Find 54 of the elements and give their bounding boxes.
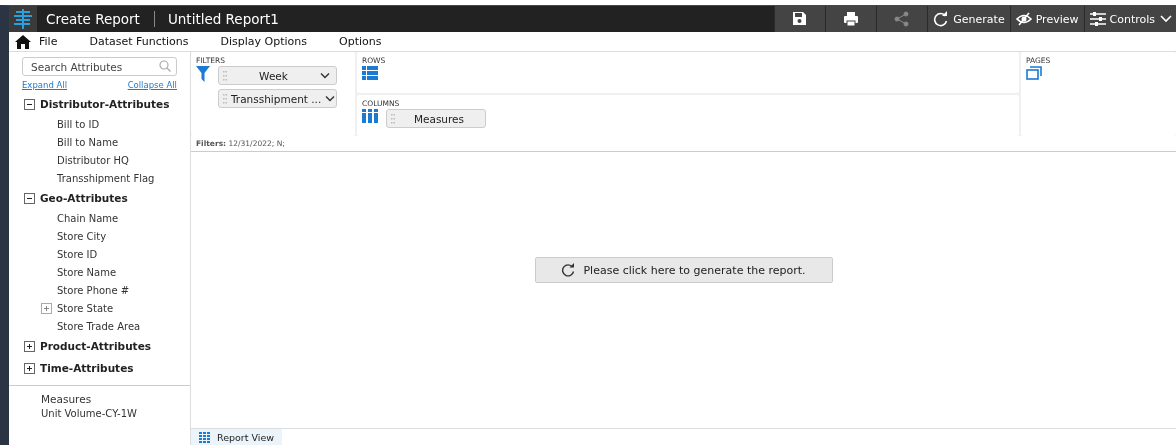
tree-item[interactable]: Store State <box>57 302 114 314</box>
measure-item[interactable]: Unit Volume-CY-1W <box>9 408 190 419</box>
print-button[interactable] <box>825 6 877 32</box>
refresh-icon <box>933 11 950 27</box>
chevron-down-icon <box>325 94 336 103</box>
tree-group-label[interactable]: Time-Attributes <box>40 362 134 374</box>
chevron-down-icon <box>1160 6 1176 32</box>
tree-item[interactable]: Store City <box>57 230 107 242</box>
tree-group-label[interactable]: Distributor-Attributes <box>40 98 170 110</box>
menu-item[interactable]: Dataset Functions <box>89 35 189 48</box>
menu-item[interactable]: Options <box>339 35 382 48</box>
eye-slash-icon <box>1015 11 1032 27</box>
chevron-down-icon <box>320 71 330 80</box>
columns-icon <box>362 109 378 123</box>
pages-icon <box>1026 66 1042 80</box>
report-title: Untitled Report1 <box>167 11 279 27</box>
app-logo-icon <box>9 6 37 32</box>
tree-item[interactable]: Store Name <box>57 266 117 278</box>
app-title: Create Report <box>46 11 140 27</box>
filter-icon <box>196 66 210 82</box>
menu-item[interactable]: Display Options <box>220 35 307 48</box>
share-icon <box>894 11 911 27</box>
collapse-all-link[interactable]: Collapse All <box>127 80 177 90</box>
tree-group-label[interactable]: Product-Attributes <box>40 340 151 352</box>
tree-item[interactable]: Store ID <box>57 248 98 260</box>
tree-item[interactable]: Chain Name <box>57 212 119 224</box>
sliders-icon <box>1089 11 1106 27</box>
tree-item[interactable]: Transshipment Flag <box>57 172 155 184</box>
measures-heading: Measures <box>40 393 93 405</box>
expand-all-link[interactable]: Expand All <box>22 80 68 90</box>
tree-item[interactable]: Bill to ID <box>57 118 100 130</box>
save-icon <box>792 11 809 27</box>
printer-icon <box>843 11 860 27</box>
filter-dropdown[interactable]: Week <box>218 66 337 85</box>
save-button[interactable] <box>774 6 826 32</box>
tree-group-label[interactable]: Geo-Attributes <box>40 192 128 204</box>
tree-item[interactable]: Store Phone # <box>57 284 130 296</box>
tree-item[interactable]: Bill to Name <box>57 136 119 148</box>
preview-button[interactable]: Preview <box>1009 6 1084 32</box>
tree-item[interactable]: Distributor HQ <box>57 154 129 166</box>
menu-item[interactable]: File <box>39 35 58 48</box>
tree-item[interactable]: Store Trade Area <box>57 320 141 332</box>
controls-button[interactable]: Controls <box>1083 6 1160 32</box>
home-icon <box>15 34 31 49</box>
generate-report-button[interactable]: Please click here to generate the report. <box>534 257 833 283</box>
field-pill[interactable]: Measures <box>386 109 486 128</box>
report-view-tab[interactable]: Report View <box>191 429 283 445</box>
search-icon <box>159 60 171 72</box>
grid-icon <box>199 431 211 443</box>
filter-dropdown[interactable]: Transshipment ... <box>218 89 337 108</box>
refresh-icon <box>561 263 576 277</box>
generate-button[interactable]: Generate <box>927 6 1010 32</box>
rows-icon <box>362 66 378 80</box>
search-field[interactable]: Search Attributes <box>22 57 177 76</box>
